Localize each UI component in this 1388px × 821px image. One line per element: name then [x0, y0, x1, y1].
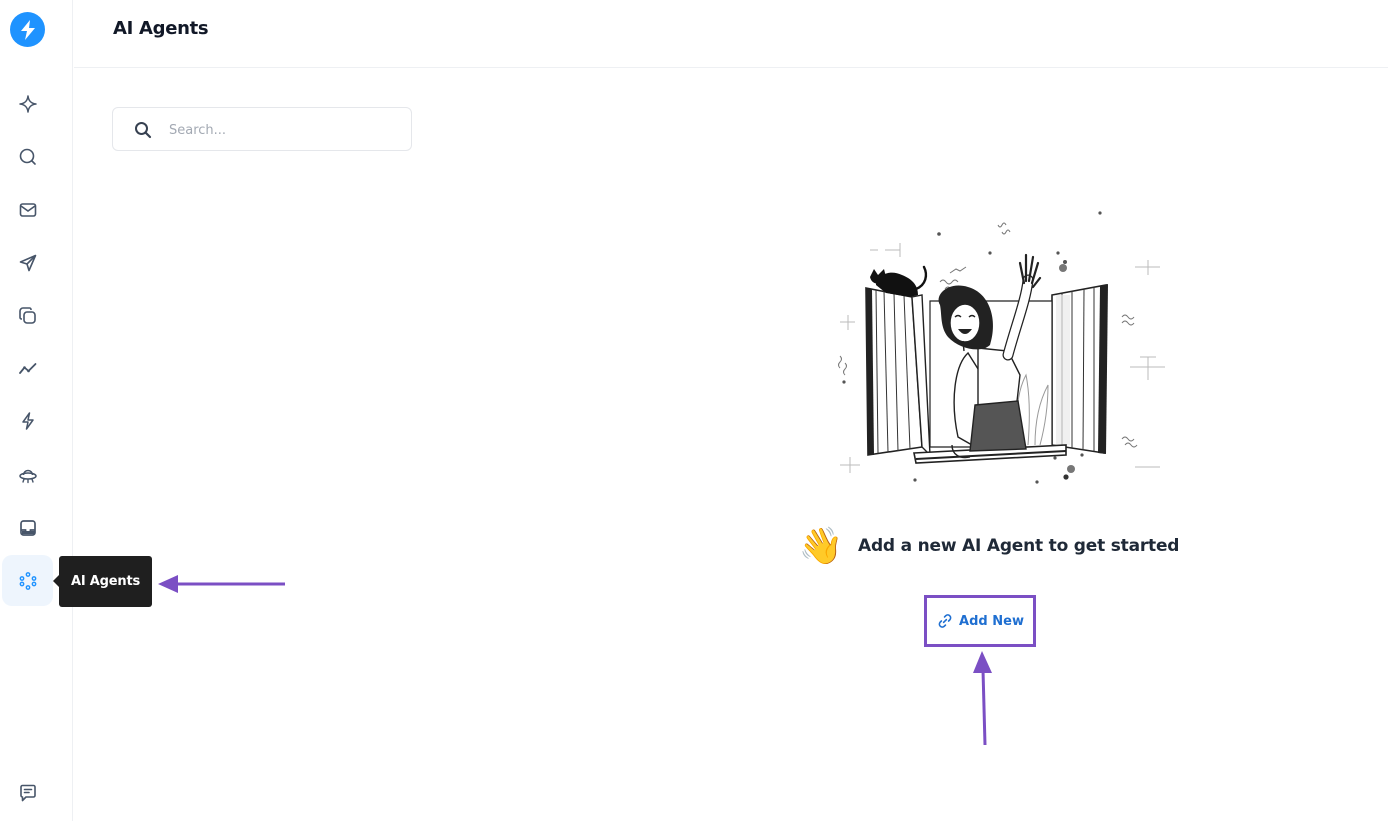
empty-state-message: Add a new AI Agent to get started — [858, 536, 1180, 556]
sidebar-item-inbox-mail[interactable] — [2, 184, 53, 235]
add-new-button[interactable]: Add New — [924, 595, 1036, 647]
feedback-icon — [19, 784, 36, 801]
sidebar-tooltip: AI Agents — [53, 556, 152, 607]
sidebar-item-automation[interactable] — [2, 395, 53, 446]
button-annotation-arrow — [973, 651, 992, 746]
search-input[interactable] — [169, 118, 399, 142]
copy-icon — [18, 306, 36, 324]
empty-state: 👋 Add a new AI Agent to get started — [796, 516, 1180, 576]
sidebar-item-inbox[interactable] — [2, 502, 53, 553]
ai-agents-icon — [19, 571, 36, 590]
send-icon — [19, 254, 36, 271]
page-title: AI Agents — [113, 18, 209, 39]
bolt-icon — [20, 19, 35, 40]
add-new-label: Add New — [959, 613, 1024, 629]
sparkle-icon — [18, 94, 37, 113]
search-box[interactable] — [112, 107, 412, 151]
sidebar-item-captain[interactable] — [2, 78, 53, 129]
mail-icon — [19, 202, 36, 217]
sidebar-item-reports[interactable] — [2, 343, 53, 394]
link-icon — [938, 614, 952, 628]
search-icon — [135, 122, 152, 139]
app-logo[interactable] — [10, 12, 45, 47]
inbox-icon — [19, 519, 36, 536]
tooltip-annotation-arrow — [158, 575, 285, 593]
chat-search-icon — [19, 148, 36, 165]
empty-state-illustration — [838, 211, 1165, 484]
sidebar-item-integrations[interactable] — [2, 449, 53, 500]
ufo-icon — [18, 469, 37, 483]
waving-hand-icon: 👋 — [798, 526, 844, 567]
sidebar-item-feedback[interactable] — [2, 767, 53, 818]
sidebar — [0, 0, 73, 821]
sidebar-item-conversations[interactable] — [2, 131, 53, 182]
page-header: AI Agents — [74, 0, 1388, 68]
lightning-icon — [21, 411, 34, 430]
analytics-icon — [18, 362, 36, 374]
sidebar-item-canned[interactable] — [2, 290, 53, 341]
sidebar-item-ai-agents[interactable] — [2, 555, 53, 606]
sidebar-item-campaigns[interactable] — [2, 237, 53, 288]
